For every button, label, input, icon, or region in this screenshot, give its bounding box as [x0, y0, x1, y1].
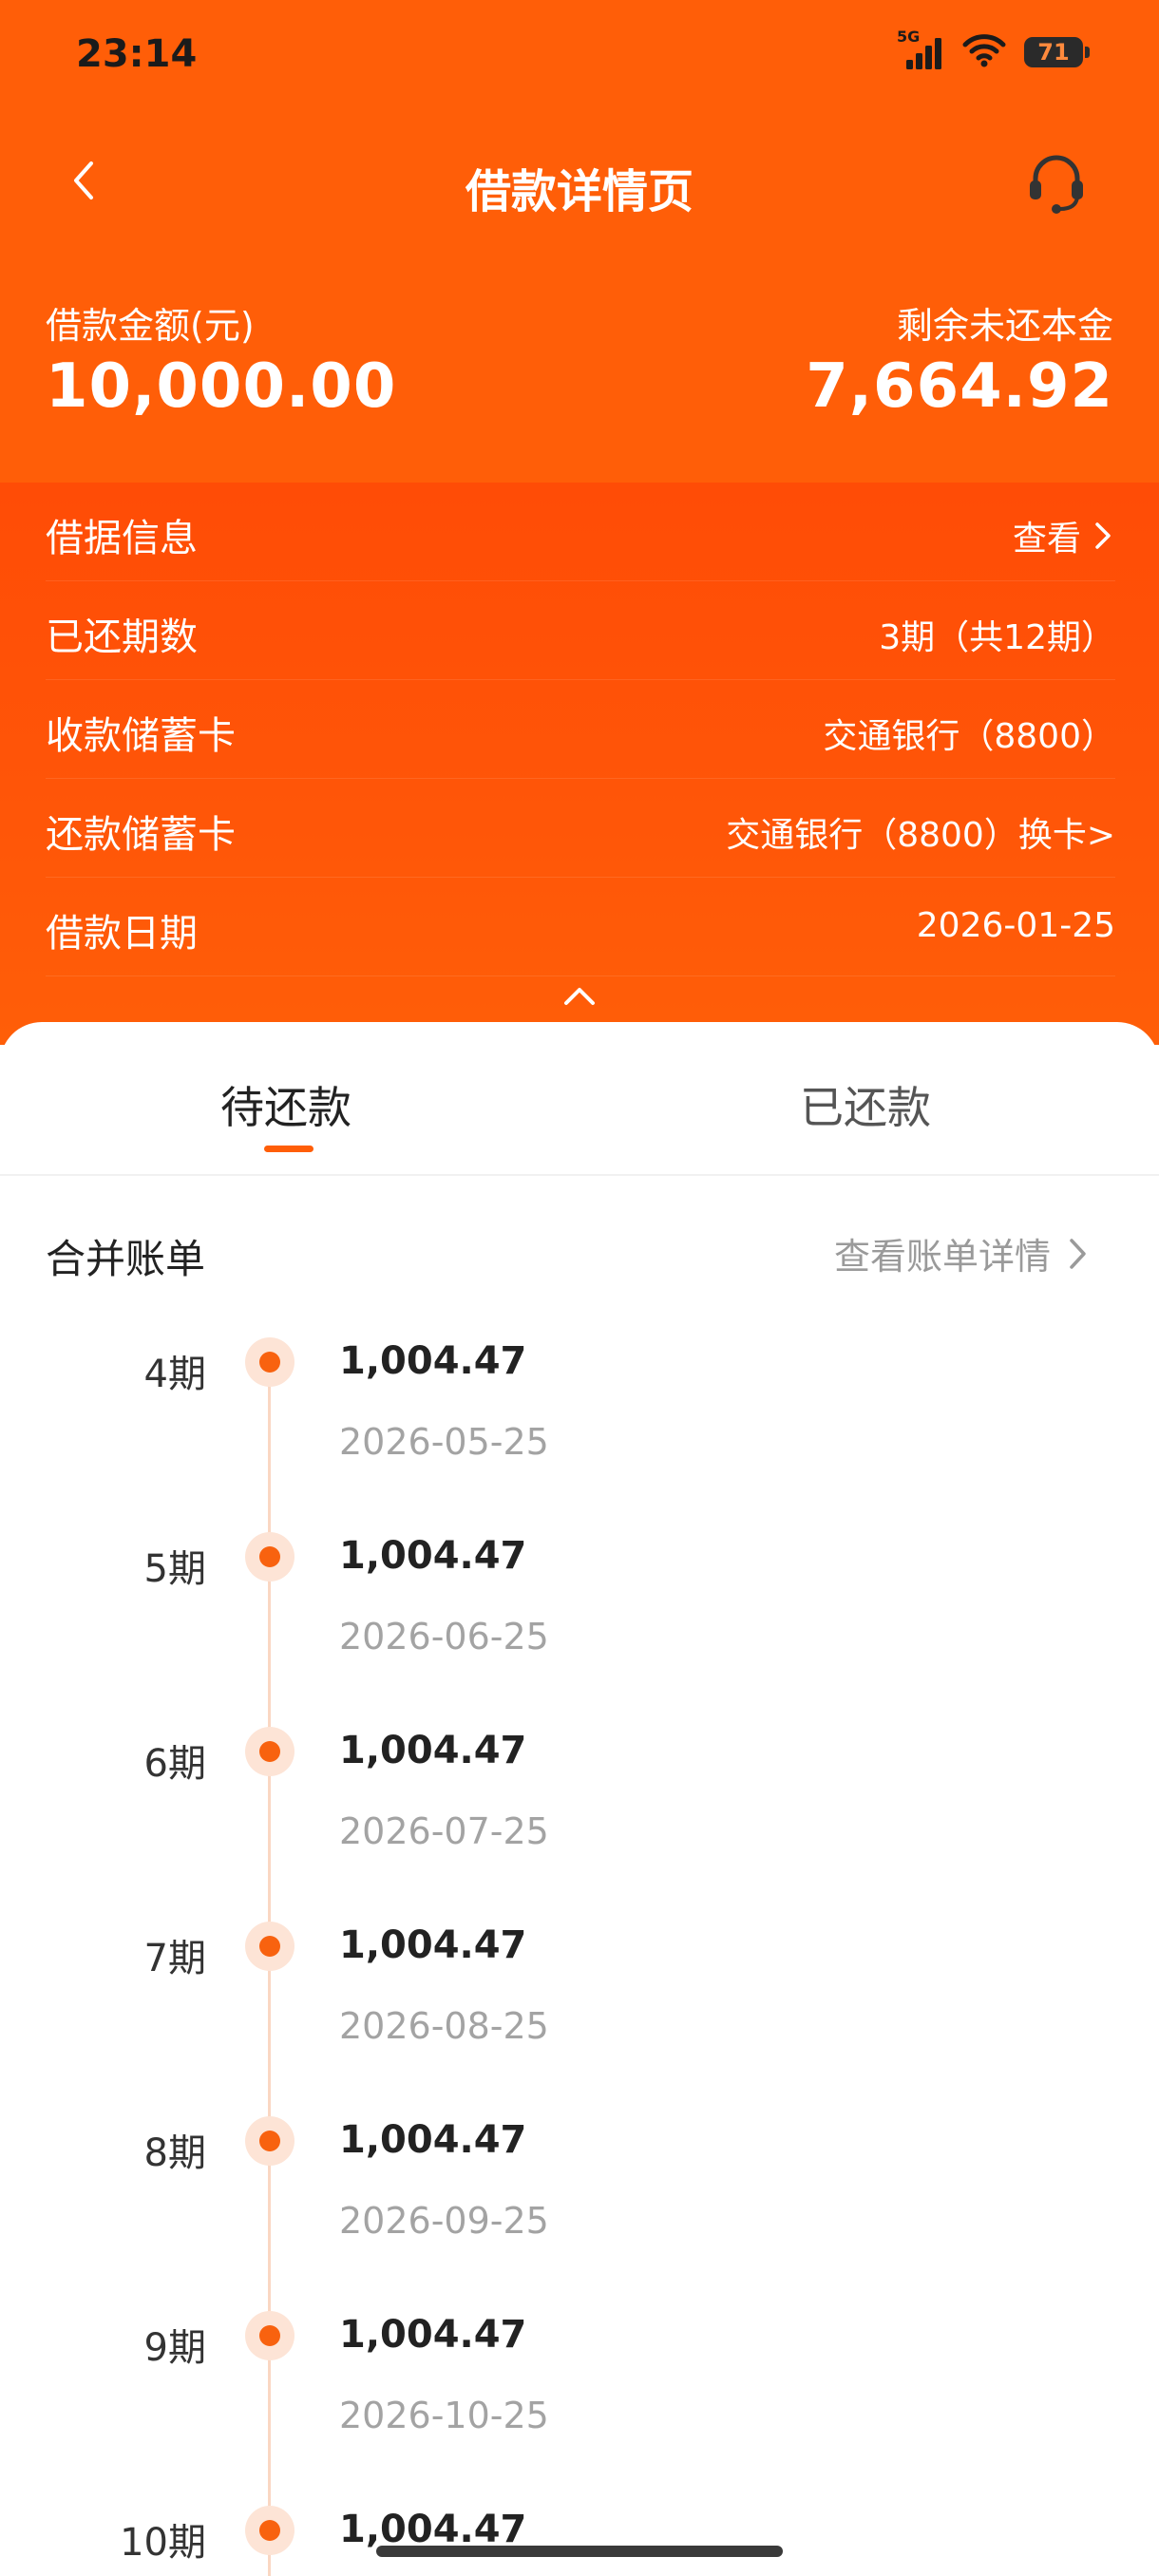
view-bill-details-link[interactable]: 查看账单详情: [834, 1227, 1091, 1279]
customer-service-button[interactable]: [1018, 144, 1094, 220]
timeline-dot: [245, 2311, 294, 2360]
bill-item[interactable]: 6期 1,004.47 2026-07-25: [0, 1723, 1159, 1918]
bill-period: 10期: [120, 2521, 206, 2565]
info-row-receiving-card: 收款储蓄卡 交通银行（8800）: [46, 680, 1115, 779]
info-label: 已还期数: [46, 616, 198, 659]
bill-date: 2026-05-25: [339, 1421, 549, 1463]
info-value: 2026-01-25: [916, 906, 1115, 945]
bill-item[interactable]: 5期 1,004.47 2026-06-25: [0, 1528, 1159, 1723]
timeline-dot: [245, 1922, 294, 1971]
bill-period: 6期: [143, 1742, 206, 1786]
wifi-icon: [961, 33, 1007, 71]
bill-item[interactable]: 4期 1,004.47 2026-05-25: [0, 1334, 1159, 1528]
tabs-divider: [0, 1174, 1159, 1176]
remaining-principal-value: 7,664.92: [806, 351, 1113, 422]
page-title: 借款详情页: [465, 165, 694, 218]
info-value: 查看: [1012, 520, 1081, 559]
view-bill-details-label: 查看账单详情: [833, 1236, 1051, 1278]
bill-amount: 1,004.47: [339, 1923, 527, 1967]
chevron-right-icon: [1095, 522, 1111, 549]
tab-paid[interactable]: 已还款: [800, 1073, 931, 1136]
info-row-repayment-card[interactable]: 还款储蓄卡 交通银行（8800）换卡>: [46, 779, 1115, 878]
timeline-dot: [245, 1532, 294, 1582]
chevron-right-icon: [1070, 1238, 1086, 1269]
bill-period: 4期: [143, 1353, 206, 1396]
info-label: 收款储蓄卡: [46, 714, 236, 758]
bill-amount: 1,004.47: [339, 2313, 527, 2357]
bill-period: 9期: [143, 2326, 206, 2370]
bill-period: 5期: [143, 1547, 206, 1591]
info-label: 还款储蓄卡: [46, 813, 236, 857]
timeline-dot: [245, 2506, 294, 2555]
bill-date: 2026-06-25: [339, 1616, 549, 1657]
tab-indicator: [264, 1146, 314, 1152]
bill-item[interactable]: 7期 1,004.47 2026-08-25: [0, 1918, 1159, 2112]
bill-period: 8期: [143, 2131, 206, 2175]
status-icons: 5G 71: [897, 28, 1090, 76]
bill-item[interactable]: 10期 1,004.47: [0, 2502, 1159, 2576]
info-value: 交通银行（8800）: [823, 717, 1115, 756]
bill-amount: 1,004.47: [339, 1534, 527, 1578]
loan-amount-value: 10,000.00: [46, 351, 397, 422]
info-row-paid-periods: 已还期数 3期（共12期）: [46, 581, 1115, 680]
bill-amount: 1,004.47: [339, 1729, 527, 1772]
change-card-link[interactable]: 交通银行（8800）换卡>: [726, 807, 1115, 857]
tab-pending[interactable]: 待还款: [220, 1073, 352, 1136]
bill-date: 2026-07-25: [339, 1810, 549, 1852]
signal-icon: 5G: [897, 28, 944, 71]
bill-amount: 1,004.47: [339, 2118, 527, 2162]
bill-amount: 1,004.47: [339, 1339, 527, 1383]
bill-date: 2026-09-25: [339, 2200, 549, 2242]
chevron-up-icon: [564, 988, 595, 1005]
repayment-sheet: 待还款 已还款 合并账单 查看账单详情 4期 1,004.47 2026-05-…: [0, 1022, 1159, 2576]
bill-period: 7期: [143, 1937, 206, 1980]
bill-date: 2026-08-25: [339, 2005, 549, 2047]
remaining-principal-label: 剩余未还本金: [896, 305, 1113, 347]
battery-icon: 71: [1024, 37, 1090, 67]
home-indicator[interactable]: [376, 2546, 783, 2557]
info-row-loan-date: 借款日期 2026-01-25: [46, 878, 1115, 976]
info-row-loan-note[interactable]: 借据信息 查看: [46, 483, 1115, 581]
timeline-dot: [245, 1727, 294, 1776]
nav-header: 借款详情页: [0, 123, 1159, 237]
info-label: 借款日期: [46, 912, 198, 956]
view-link[interactable]: 查看: [1013, 511, 1115, 560]
customer-service-headset-icon: [1030, 155, 1083, 214]
loan-amount-label: 借款金额(元): [46, 305, 255, 347]
timeline-dot: [245, 2116, 294, 2166]
network-type: 5G: [897, 28, 921, 46]
merged-bill-title: 合并账单: [46, 1236, 206, 1282]
bill-item[interactable]: 8期 1,004.47 2026-09-25: [0, 2112, 1159, 2307]
bill-date: 2026-10-25: [339, 2395, 549, 2436]
info-value: 3期（共12期）: [879, 618, 1115, 657]
status-time: 23:14: [76, 32, 198, 76]
info-label: 借据信息: [46, 517, 198, 560]
collapse-button[interactable]: [557, 978, 602, 1013]
timeline-dot: [245, 1337, 294, 1387]
status-bar: 23:14 5G 71: [0, 0, 1159, 114]
bill-item[interactable]: 9期 1,004.47 2026-10-25: [0, 2307, 1159, 2502]
